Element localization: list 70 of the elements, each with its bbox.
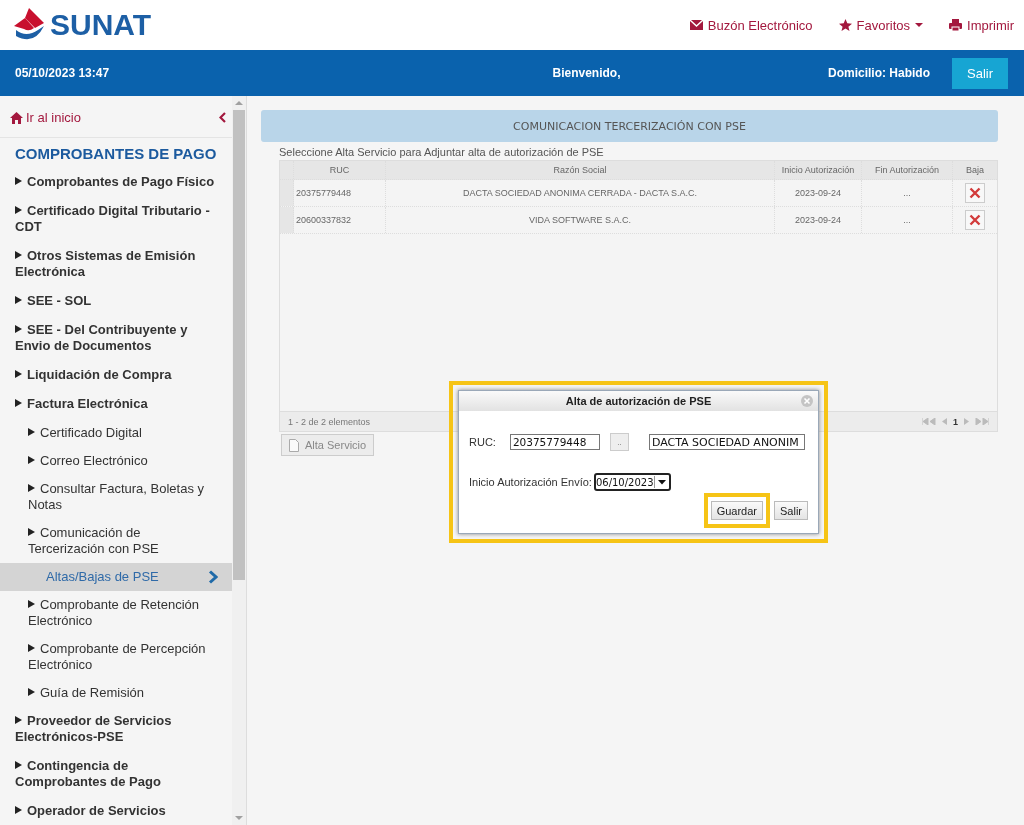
last-page-icon <box>975 418 989 425</box>
header-link[interactable]: Imprimir <box>949 17 1014 33</box>
star-icon <box>838 19 852 31</box>
nav-item[interactable]: Operador de Servicios <box>0 797 232 825</box>
nav-item[interactable]: Comprobantes de Pago Físico <box>0 168 232 197</box>
column-header: Baja <box>965 164 985 177</box>
home-link[interactable]: Ir al inicio <box>10 110 81 125</box>
table-cell: DACTA SOCIEDAD ANONIMA CERRADA - DACTA S.A.C. <box>386 180 775 206</box>
nav-item[interactable]: Comprobante de Retención Electrónico <box>0 591 232 635</box>
nav-item[interactable]: Altas/Bajas de PSE <box>0 563 232 591</box>
caret-icon <box>657 479 666 485</box>
nav-item[interactable]: Certificado Digital <box>0 419 232 447</box>
instruction-text: Seleccione Alta Servicio para Adjuntar alta de autorización de PSE <box>279 146 605 158</box>
collapse-icon <box>219 112 226 123</box>
nav-item[interactable]: Proveedor de Servicios Electrónicos-PSE <box>0 707 232 752</box>
envelope-icon <box>689 19 703 31</box>
logo-text: SUNAT <box>50 8 152 42</box>
welcome-text: Bienvenido, <box>551 66 622 80</box>
nav-item[interactable]: Certificado Digital Tributario - CDT <box>0 197 232 242</box>
nav-item[interactable]: SEE - Del Contribuyente y Envio de Documentos <box>0 316 232 361</box>
document-icon <box>289 438 299 452</box>
nav-item[interactable]: Liquidación de Compra <box>0 361 232 390</box>
table-cell: ... <box>862 180 953 206</box>
table-cell: 20600337832 <box>294 207 386 233</box>
printer-icon <box>949 19 963 31</box>
close-icon <box>969 214 981 226</box>
dialog-button[interactable]: Guardar <box>710 501 763 520</box>
first-page-icon <box>922 418 936 425</box>
scrollbar[interactable] <box>232 96 246 825</box>
dialog-button[interactable]: Salir <box>774 501 808 520</box>
nav-item[interactable]: Consultar Factura, Boletas y Notas <box>0 475 232 519</box>
column-header: Inicio Autorización <box>775 161 862 179</box>
nav-item[interactable]: Comprobante de Percepción Electrónico <box>0 635 232 679</box>
delete-button[interactable] <box>965 210 985 230</box>
header-link[interactable]: Favoritos <box>838 17 924 33</box>
nav-item[interactable]: Contingencia de Comprobantes de Pago <box>0 752 232 797</box>
delete-button[interactable] <box>965 183 985 203</box>
nav-item[interactable]: Correo Electrónico <box>0 447 232 475</box>
panel-title: COMUNICACION TERCERIZACIÓN CON PSE <box>261 110 998 142</box>
domicilio-text: Domicilio: Habido <box>828 66 930 80</box>
section-title: COMPROBANTES DE PAGO <box>14 144 218 164</box>
column-header: Fin Autorización <box>862 161 953 179</box>
home-icon <box>10 111 23 124</box>
previous-page-icon <box>942 418 947 425</box>
date-time: 05/10/2023 13:47 <box>15 66 111 80</box>
table-cell: 2023-09-24 <box>775 207 862 233</box>
ruc-field[interactable]: 20375779448 <box>509 434 600 450</box>
table-cell: VIDA SOFTWARE S.A.C. <box>386 207 775 233</box>
nav-item[interactable]: Otros Sistemas de Emisión Electrónica <box>0 242 232 287</box>
nav-item[interactable]: Comunicación de Tercerización con PSE <box>0 519 232 563</box>
page-number[interactable]: 1 <box>953 416 958 427</box>
dialog-title: Alta de autorización de PSE <box>565 395 712 407</box>
chevron-icon <box>208 570 218 584</box>
lookup-button[interactable]: .. <box>609 433 629 451</box>
nav-item[interactable]: Guía de Remisión <box>0 679 232 707</box>
close-icon <box>969 187 981 199</box>
table-cell: ... <box>862 207 953 233</box>
field-label: RUC: <box>469 436 496 448</box>
nav-item[interactable]: Factura Electrónica <box>0 390 232 419</box>
date-field[interactable]: 06/10/2023 <box>593 473 671 491</box>
column-header: RUC <box>294 161 386 179</box>
nav-item[interactable]: SEE - SOL <box>0 287 232 316</box>
header-link[interactable]: Buzón Electrónico <box>689 17 813 33</box>
table-cell: 2023-09-24 <box>775 180 862 206</box>
table-cell: 20375779448 <box>294 180 386 206</box>
next-page-icon <box>964 418 969 425</box>
column-header: Razón Social <box>386 161 775 179</box>
name-field[interactable]: DACTA SOCIEDAD ANONIM <box>648 434 805 450</box>
field-label: Inicio Autorización Envío: <box>469 476 592 488</box>
record-count: 1 - 2 de 2 elementos <box>288 416 371 427</box>
